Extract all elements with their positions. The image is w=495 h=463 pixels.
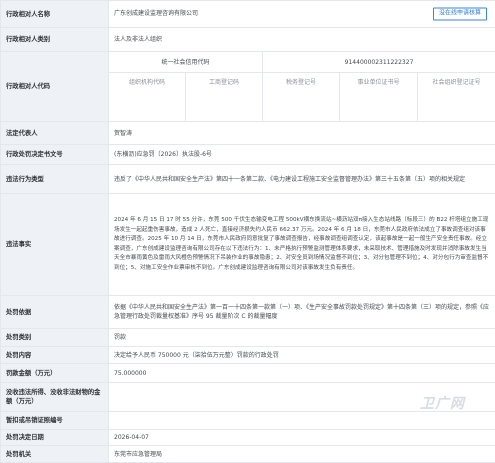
row-content: 处罚内容 决定给予人民币 750000 元（柒拾伍万元整）罚款的行政处罚 — [1, 347, 495, 364]
suspend-label: 暂扣或吊销证照编号 — [1, 412, 109, 430]
row-party-name: 行政相对人名称 广东创成建设监理咨询有限公司 没在线申请核算 — [1, 1, 495, 28]
basis-value: 依据《中华人民共和国安全生产法》第一百一十四条第一款第（一）项、《生产安全事故罚… — [109, 296, 495, 329]
social-org-header: 社会组织登记证号 — [418, 73, 495, 122]
legal-rep-label: 法定代表人 — [1, 122, 109, 145]
penalty-info-table: 行政相对人名称 广东创成建设监理咨询有限公司 没在线申请核算 行政相对人类别 法… — [0, 0, 495, 463]
row-party-code-uscc: 行政相对人代码 统一社会信用代码 914400002311222327 — [1, 52, 495, 73]
party-name-value: 广东创成建设监理咨询有限公司 — [114, 9, 198, 18]
row-suspend: 暂扣或吊销证照编号 — [1, 412, 495, 430]
row-fine: 罚款金额（万元） 75.000000 — [1, 364, 495, 383]
facts-value: 2024 年 6 月 15 日 17 时 55 分许，东莞 500 千伏生态输变… — [109, 194, 495, 296]
violation-type-label: 违法行为类型 — [1, 165, 109, 194]
tax-reg-header: 税务登记号 — [263, 73, 340, 122]
party-name-label: 行政相对人名称 — [1, 1, 109, 28]
facts-label: 违法事实 — [1, 194, 109, 296]
party-code-label: 行政相对人代码 — [1, 52, 109, 122]
category-value: 罚款 — [109, 329, 495, 347]
legal-rep-value: 贺智涛 — [109, 122, 495, 145]
row-confiscation: 没收违法所得、没收非法财物的金额（万元） — [1, 383, 495, 412]
row-doc-no: 行政处罚决定书文号 (东横沥)应急罚〔2026〕执法股-6号 — [1, 145, 495, 165]
basis-label: 处罚依据 — [1, 296, 109, 329]
row-violation-type: 违法行为类型 违反了《中华人民共和国安全生产法》第四十一条第二款、《电力建设工程… — [1, 165, 495, 194]
row-authority: 处罚机关 东莞市应急管理局 — [1, 446, 495, 463]
decision-date-value: 2026-04-07 — [109, 430, 495, 446]
category-label: 处罚类别 — [1, 329, 109, 347]
doc-no-value: (东横沥)应急罚〔2026〕执法股-6号 — [109, 145, 495, 165]
row-legal-rep: 法定代表人 贺智涛 — [1, 122, 495, 145]
confiscation-value — [109, 383, 495, 412]
confiscation-label: 没收违法所得、没收非法财物的金额（万元） — [1, 383, 109, 412]
authority-value: 东莞市应急管理局 — [109, 446, 495, 463]
authority-label: 处罚机关 — [1, 446, 109, 463]
content-label: 处罚内容 — [1, 347, 109, 364]
uscc-value: 914400002311222327 — [263, 52, 495, 73]
claim-button[interactable]: 没在线申请核算 — [433, 8, 487, 21]
content-value: 决定给予人民币 750000 元（柒拾伍万元整）罚款的行政处罚 — [109, 347, 495, 364]
row-facts: 违法事实 2024 年 6 月 15 日 17 时 55 分许，东莞 500 千… — [1, 194, 495, 296]
row-category: 处罚类别 罚款 — [1, 329, 495, 347]
party-category-label: 行政相对人类别 — [1, 28, 109, 52]
fine-value: 75.000000 — [109, 364, 495, 383]
violation-type-value: 违反了《中华人民共和国安全生产法》第四十一条第二款、《电力建设工程施工安全监督管… — [109, 165, 495, 194]
institution-cert-header: 事业单位证书号 — [340, 73, 418, 122]
row-basis: 处罚依据 依据《中华人民共和国安全生产法》第一百一十四条第一款第（一）项、《生产… — [1, 296, 495, 329]
decision-date-label: 处罚决定日期 — [1, 430, 109, 446]
uscc-header: 统一社会信用代码 — [109, 52, 263, 73]
suspend-value — [109, 412, 495, 430]
row-party-category: 行政相对人类别 法人及非法人组织 — [1, 28, 495, 52]
party-category-value: 法人及非法人组织 — [109, 28, 495, 52]
doc-no-label: 行政处罚决定书文号 — [1, 145, 109, 165]
fine-label: 罚款金额（万元） — [1, 364, 109, 383]
business-reg-header: 工商登记码 — [186, 73, 263, 122]
org-code-header: 组织机构代码 — [109, 73, 186, 122]
row-decision-date: 处罚决定日期 2026-04-07 — [1, 430, 495, 446]
